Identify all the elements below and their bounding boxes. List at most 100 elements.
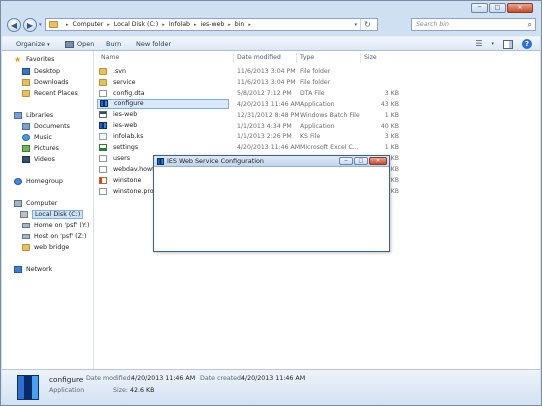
file-date: 11/6/2013 3:04 PM <box>237 68 296 75</box>
file-row[interactable]: ies-web 1/1/2013 4:34 PM Application 40 KB <box>95 121 540 132</box>
nav-recent-places[interactable]: Recent Places <box>22 90 78 97</box>
nav-label: Host on 'psf' (Z:) <box>34 233 87 240</box>
help-icon[interactable]: ? <box>522 39 532 49</box>
application-icon <box>100 100 108 108</box>
nav-web-bridge[interactable]: web bridge <box>22 244 69 251</box>
forward-button[interactable]: ▶ <box>23 18 37 32</box>
open-button[interactable]: Open <box>65 40 94 48</box>
network-drive-icon <box>22 234 30 239</box>
breadcrumb-bin[interactable]: bin <box>235 21 245 28</box>
column-divider[interactable] <box>296 53 297 63</box>
nav-host-psf[interactable]: Host on 'psf' (Z:) <box>22 233 87 240</box>
nav-computer[interactable]: Computer <box>14 200 57 207</box>
file-name-cell[interactable]: config.dta <box>97 88 229 99</box>
nav-label: Homegroup <box>26 178 63 185</box>
file-name-cell[interactable]: .svn <box>97 66 229 77</box>
address-history-dropdown[interactable]: ▾ <box>354 22 357 28</box>
search-icon[interactable]: ⌕ <box>528 20 532 30</box>
recent-places-icon <box>22 90 30 97</box>
libraries-icon <box>14 112 22 119</box>
address-bar[interactable]: ▸ Computer ▸ Local Disk (C:) ▸ Infolab ▸… <box>45 18 378 31</box>
file-name-cell[interactable]: service <box>97 77 229 88</box>
details-pane: configure Application Date modified: 4/2… <box>2 369 540 404</box>
back-button[interactable]: ◀ <box>7 18 21 32</box>
file-row[interactable]: infolab.ks 1/1/2013 2:26 PM KS File 3 KB <box>95 131 540 142</box>
column-type[interactable]: Type <box>300 54 314 61</box>
minimize-button[interactable]: ─ <box>471 3 488 13</box>
file-row[interactable]: ies-web 12/31/2012 8:48 PM Windows Batch F… <box>95 110 540 121</box>
breadcrumb-separator[interactable]: ▸ <box>107 22 110 28</box>
nav-libraries[interactable]: Libraries <box>14 112 53 119</box>
nav-label: Favorites <box>26 56 55 63</box>
column-divider[interactable] <box>360 53 361 63</box>
nav-home-psf[interactable]: Home on 'psf' (Y:) <box>22 222 89 229</box>
file-row[interactable]: configure 4/20/2013 11:46 AM Application 43… <box>95 98 540 110</box>
jar-file-icon <box>99 176 107 184</box>
breadcrumb-ies-web[interactable]: ies-web <box>200 21 224 28</box>
breadcrumb-separator[interactable]: ▸ <box>248 22 251 28</box>
breadcrumb-local-disk[interactable]: Local Disk (C:) <box>114 21 159 28</box>
file-name-cell[interactable]: configure <box>97 98 229 110</box>
breadcrumb-separator[interactable]: ▸ <box>228 22 231 28</box>
file-name-cell[interactable]: ies-web <box>97 110 229 121</box>
breadcrumb-separator[interactable]: ▸ <box>162 22 165 28</box>
search-input[interactable]: Search bin ⌕ <box>411 18 536 31</box>
close-button[interactable]: ✕ <box>507 3 533 13</box>
burn-button[interactable]: Burn <box>106 40 121 48</box>
file-type: File folder <box>300 78 331 86</box>
dialog-maximize-button[interactable]: □ <box>354 157 368 165</box>
organize-button[interactable]: Organize ▾ <box>16 40 50 48</box>
nav-downloads[interactable]: Downloads <box>22 79 69 86</box>
new-folder-button[interactable]: New folder <box>136 40 171 48</box>
nav-label: Local Disk (C:) <box>32 210 84 219</box>
nav-music[interactable]: Music <box>22 134 52 141</box>
nav-network[interactable]: Network <box>14 266 52 273</box>
file-type: Application <box>300 100 335 108</box>
nav-desktop[interactable]: Desktop <box>22 68 60 75</box>
change-view-icon[interactable]: ☰ <box>475 40 482 48</box>
refresh-icon[interactable]: ↻ <box>360 19 374 30</box>
file-row[interactable]: .svn 11/6/2013 3:04 PM File folder <box>95 66 540 77</box>
nav-videos[interactable]: Videos <box>22 156 55 163</box>
file-name-cell[interactable]: infolab.ks <box>97 131 229 142</box>
file-name-cell[interactable]: settings <box>97 142 229 153</box>
column-size[interactable]: Size <box>364 54 377 61</box>
file-name-cell[interactable]: ies-web <box>97 121 229 132</box>
view-controls: ☰ ▾ ? <box>475 39 532 49</box>
date-created-value: 4/20/2013 11:46 AM <box>241 375 306 382</box>
column-name[interactable]: Name <box>101 54 119 61</box>
recent-pages-dropdown[interactable]: ▾ <box>39 22 42 28</box>
nav-pictures[interactable]: Pictures <box>22 145 59 152</box>
breadcrumb-separator[interactable]: ▸ <box>66 22 69 28</box>
file-date: 4/20/2013 11:46 AM <box>237 100 301 108</box>
view-options-dropdown[interactable]: ▾ <box>491 41 494 47</box>
desktop-icon <box>22 68 30 75</box>
file-name: service <box>113 78 136 86</box>
dialog-close-button[interactable]: ✕ <box>369 157 387 165</box>
nav-label: Music <box>34 134 52 141</box>
file-size: 3 KB <box>384 89 399 97</box>
breadcrumb-infolab[interactable]: Infolab <box>169 21 190 28</box>
dialog-title: IES Web Service Configuration <box>167 157 264 165</box>
preview-pane-icon[interactable] <box>503 39 513 49</box>
file-row[interactable]: config.dta 5/8/2012 7:12 PM DTA File 3 KB <box>95 88 540 99</box>
breadcrumb-separator[interactable]: ▸ <box>194 22 197 28</box>
maximize-button[interactable]: □ <box>489 3 506 13</box>
file-row[interactable]: settings 4/20/2013 11:46 AM Microsoft Exce… <box>95 142 540 153</box>
nav-label: Home on 'psf' (Y:) <box>34 222 90 229</box>
breadcrumb-computer[interactable]: Computer <box>73 21 104 28</box>
configuration-dialog[interactable]: IES Web Service Configuration ─ □ ✕ <box>153 155 390 252</box>
command-bar: Organize ▾ Open Burn New folder ☰ ▾ ? <box>2 36 540 51</box>
file-name: webdav.howto <box>113 165 159 173</box>
column-divider[interactable] <box>233 53 234 63</box>
dialog-minimize-button[interactable]: ─ <box>339 157 353 165</box>
nav-label: Desktop <box>34 68 60 75</box>
nav-label: Libraries <box>26 112 54 119</box>
nav-documents[interactable]: Documents <box>22 123 70 130</box>
file-row[interactable]: service 11/6/2013 3:04 PM File folder <box>95 77 540 88</box>
column-date-modified[interactable]: Date modified <box>237 54 281 61</box>
dialog-title-bar[interactable]: IES Web Service Configuration ─ □ ✕ <box>154 156 389 167</box>
nav-local-disk[interactable]: Local Disk (C:) <box>20 210 84 219</box>
nav-homegroup[interactable]: Homegroup <box>14 178 63 185</box>
nav-favorites[interactable]: ★ Favorites <box>14 56 55 64</box>
